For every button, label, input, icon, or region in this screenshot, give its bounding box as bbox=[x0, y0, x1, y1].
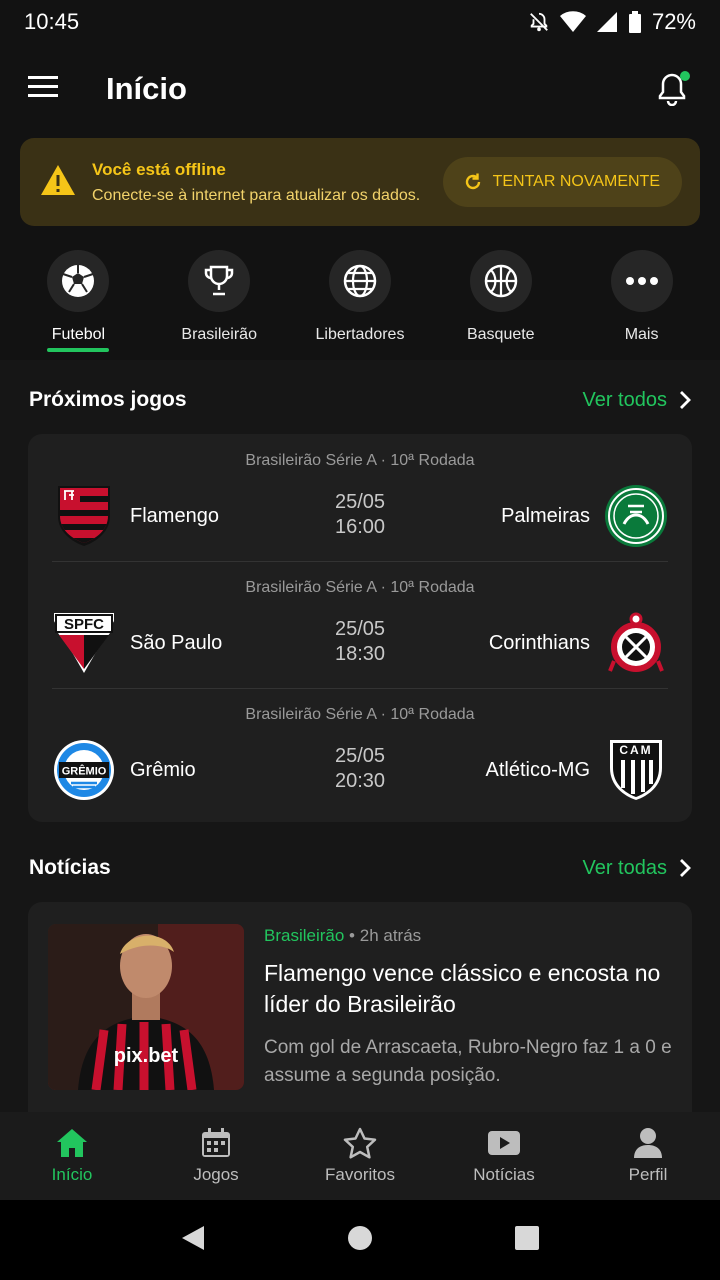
shirt-sponsor-text: pix.bet bbox=[114, 1045, 179, 1067]
home-circle-icon[interactable] bbox=[346, 1224, 374, 1257]
wifi-icon bbox=[559, 11, 586, 33]
page-title: Início bbox=[106, 71, 187, 106]
news-category: Brasileirão bbox=[264, 926, 345, 945]
game-row[interactable]: Brasileirão Série A · 10ª Rodada GRÊMIO … bbox=[28, 688, 692, 815]
nav-inicio[interactable]: Início bbox=[0, 1112, 144, 1200]
back-icon[interactable] bbox=[180, 1224, 206, 1257]
globe-icon bbox=[343, 264, 377, 298]
chevron-right-icon bbox=[680, 859, 691, 877]
nav-label: Jogos bbox=[193, 1165, 239, 1184]
upcoming-games-card: Brasileirão Série A · 10ª Rodada Flameng… bbox=[28, 434, 692, 822]
refresh-icon bbox=[465, 173, 480, 190]
notifications-off-icon bbox=[528, 11, 550, 33]
status-icons: 72% bbox=[528, 9, 696, 35]
news-meta: Brasileirão • 2h atrás bbox=[264, 926, 421, 946]
see-all-news-link[interactable]: Ver todas bbox=[582, 857, 691, 880]
video-icon bbox=[488, 1131, 520, 1155]
notification-badge bbox=[680, 71, 690, 81]
calendar-icon bbox=[202, 1128, 230, 1157]
tab-brasileirao[interactable]: Brasileirão bbox=[149, 248, 289, 352]
status-bar: 10:45 72% bbox=[0, 0, 720, 44]
news-summary: Com gol de Arrascaeta, Rubro-Negro faz 1… bbox=[264, 1037, 672, 1086]
nav-label: Favoritos bbox=[325, 1165, 395, 1184]
meta-separator: • bbox=[349, 926, 360, 945]
battery-level: 72% bbox=[651, 9, 696, 34]
away-team: Corinthians bbox=[489, 611, 668, 675]
nav-perfil[interactable]: Perfil bbox=[576, 1112, 720, 1200]
news-card[interactable]: pix.bet Brasileirão • 2h atrás Flamengo … bbox=[28, 902, 692, 1112]
game-row[interactable]: Brasileirão Série A · 10ª Rodada Flameng… bbox=[28, 434, 692, 561]
tab-basquete[interactable]: Basquete bbox=[431, 248, 571, 352]
recents-icon[interactable] bbox=[514, 1225, 540, 1256]
soccer-ball-icon bbox=[62, 265, 95, 297]
corinthians-crest-icon bbox=[604, 611, 668, 675]
cam-crest-text: CAM bbox=[619, 743, 652, 757]
news-thumbnail: pix.bet bbox=[48, 924, 244, 1090]
nav-jogos[interactable]: Jogos bbox=[144, 1112, 288, 1200]
active-tab-indicator bbox=[47, 348, 110, 352]
app-bar: Início bbox=[0, 44, 720, 134]
chevron-right-icon bbox=[680, 391, 691, 409]
menu-icon[interactable] bbox=[28, 75, 60, 104]
more-icon bbox=[625, 277, 658, 285]
nav-favoritos[interactable]: Favoritos bbox=[288, 1112, 432, 1200]
game-row[interactable]: Brasileirão Série A · 10ª Rodada SPFC Sã… bbox=[28, 561, 692, 688]
away-team-name: Corinthians bbox=[488, 631, 590, 654]
tab-label: Futebol bbox=[51, 326, 106, 343]
game-league: Brasileirão Série A · 10ª Rodada bbox=[245, 452, 475, 469]
away-team: Palmeiras bbox=[501, 484, 668, 548]
tab-label: Mais bbox=[624, 326, 659, 343]
status-time: 10:45 bbox=[24, 9, 80, 34]
offline-banner: Você está offline Conecte-se à internet … bbox=[20, 138, 700, 226]
palmeiras-crest-icon bbox=[604, 484, 668, 548]
bottom-navigation: Início Jogos Favoritos Notícias Perfil bbox=[0, 1112, 720, 1200]
retry-label: TENTAR NOVAMENTE bbox=[492, 173, 660, 190]
tab-futebol[interactable]: Futebol bbox=[8, 248, 148, 352]
star-icon bbox=[343, 1127, 377, 1159]
notifications-button[interactable] bbox=[652, 69, 692, 109]
trophy-icon bbox=[204, 265, 234, 296]
tab-libertadores[interactable]: Libertadores bbox=[290, 248, 430, 352]
away-team-name: Palmeiras bbox=[501, 504, 590, 527]
tab-label: Libertadores bbox=[315, 326, 405, 343]
nav-label: Início bbox=[51, 1165, 93, 1184]
news-headline: Flamengo vence clássico e encosta no líd… bbox=[264, 960, 661, 1017]
see-all-games-link[interactable]: Ver todos bbox=[582, 389, 691, 412]
system-navigation-bar bbox=[0, 1200, 720, 1280]
see-all-label: Ver todos bbox=[582, 388, 667, 411]
game-league: Brasileirão Série A · 10ª Rodada bbox=[245, 579, 475, 596]
battery-icon bbox=[628, 11, 642, 33]
tab-label: Basquete bbox=[466, 326, 535, 343]
offline-title: Você está offline bbox=[92, 159, 226, 179]
upcoming-title: Próximos jogos bbox=[29, 388, 187, 411]
news-section-title: Notícias bbox=[29, 856, 111, 879]
person-icon bbox=[634, 1128, 662, 1158]
signal-icon bbox=[596, 11, 618, 33]
tab-mais[interactable]: Mais bbox=[572, 248, 712, 352]
tab-label: Brasileirão bbox=[181, 326, 257, 343]
basketball-icon bbox=[484, 264, 518, 298]
warning-icon bbox=[40, 164, 76, 201]
retry-button[interactable]: TENTAR NOVAMENTE bbox=[442, 157, 682, 207]
nav-label: Perfil bbox=[628, 1165, 668, 1184]
news-age: 2h atrás bbox=[359, 926, 422, 945]
away-team: Atlético-MG CAM bbox=[486, 738, 668, 802]
nav-noticias[interactable]: Notícias bbox=[432, 1112, 576, 1200]
see-all-label: Ver todas bbox=[582, 856, 667, 879]
nav-label: Notícias bbox=[473, 1165, 535, 1184]
upcoming-header: Próximos jogos Ver todos bbox=[29, 388, 691, 412]
atletico-mg-crest-icon: CAM bbox=[604, 738, 668, 802]
offline-message: Conecte-se à internet para atualizar os … bbox=[92, 186, 421, 204]
home-icon bbox=[57, 1129, 87, 1157]
news-header: Notícias Ver todas bbox=[29, 856, 691, 880]
away-team-name: Atlético-MG bbox=[485, 758, 590, 781]
game-league: Brasileirão Série A · 10ª Rodada bbox=[245, 706, 475, 723]
category-tabs: Futebol Brasileirão Libertadores Basquet… bbox=[0, 248, 720, 352]
